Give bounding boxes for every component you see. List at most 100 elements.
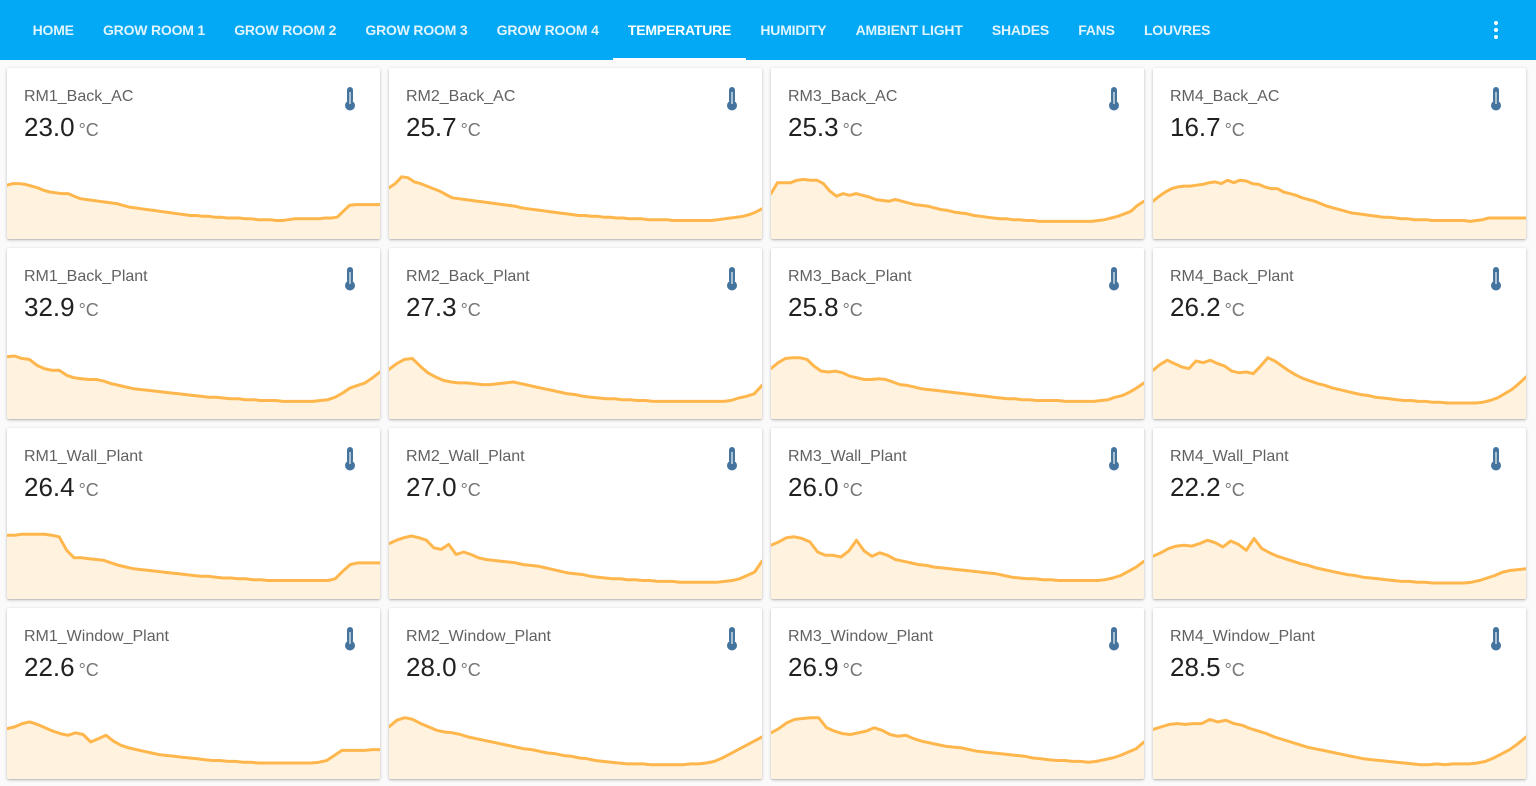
tab-home[interactable]: HOME <box>18 0 88 60</box>
sensor-name: RM4_Window_Plant <box>1170 628 1315 645</box>
thermometer-icon <box>1109 87 1119 111</box>
thermometer-icon <box>345 87 355 111</box>
sensor-value: 22.2 <box>1170 472 1221 502</box>
history-graph <box>1153 717 1526 779</box>
sensor-card-rm4-window-plant[interactable]: RM4_Window_Plant 28.5 °C <box>1153 608 1526 779</box>
sensor-reading: 23.0 °C <box>24 112 99 143</box>
history-area <box>7 356 380 419</box>
unit-label: °C <box>1224 480 1245 500</box>
sensor-card-grid: RM1_Back_AC 23.0 °C RM2_Back_AC 25.7 °C RM… <box>7 68 1526 779</box>
sensor-card-rm1-back-plant[interactable]: RM1_Back_Plant 32.9 °C <box>7 248 380 419</box>
sensor-reading: 32.9 °C <box>24 292 99 323</box>
sensor-card-rm1-back-ac[interactable]: RM1_Back_AC 23.0 °C <box>7 68 380 239</box>
app-header: HOME GROW ROOM 1 GROW ROOM 2 GROW ROOM 3 GRO… <box>0 0 1536 60</box>
dots-vertical-icon[interactable] <box>1484 18 1508 42</box>
tab-louvres[interactable]: LOUVRES <box>1129 0 1224 60</box>
tab-ambient-light[interactable]: AMBIENT LIGHT <box>841 0 977 60</box>
sensor-name: RM4_Back_Plant <box>1170 268 1294 285</box>
sensor-value: 28.0 <box>406 652 457 682</box>
sensor-reading: 27.0 °C <box>406 472 481 503</box>
history-area <box>1153 719 1526 779</box>
history-graph <box>771 177 1144 239</box>
tab-grow-room-2[interactable]: GROW ROOM 2 <box>220 0 351 60</box>
sensor-reading: 28.0 °C <box>406 652 481 683</box>
sensor-reading: 26.2 °C <box>1170 292 1245 323</box>
sensor-card-rm2-window-plant[interactable]: RM2_Window_Plant 28.0 °C <box>389 608 762 779</box>
sensor-value: 27.3 <box>406 292 457 322</box>
sensor-card-rm2-wall-plant[interactable]: RM2_Wall_Plant 27.0 °C <box>389 428 762 599</box>
thermometer-icon <box>345 447 355 471</box>
unit-label: °C <box>78 480 99 500</box>
thermometer-icon <box>1109 267 1119 291</box>
history-graph <box>1153 537 1526 599</box>
history-area <box>7 183 380 239</box>
thermometer-icon <box>1109 447 1119 471</box>
sensor-card-rm4-back-plant[interactable]: RM4_Back_Plant 26.2 °C <box>1153 248 1526 419</box>
sensor-reading: 26.0 °C <box>788 472 863 503</box>
thermometer-icon <box>727 447 737 471</box>
sensor-name: RM4_Wall_Plant <box>1170 448 1289 465</box>
sensor-card-rm3-back-ac[interactable]: RM3_Back_AC 25.3 °C <box>771 68 1144 239</box>
unit-label: °C <box>842 120 863 140</box>
sensor-reading: 27.3 °C <box>406 292 481 323</box>
thermometer-icon <box>727 87 737 111</box>
history-area <box>771 357 1144 419</box>
tab-humidity[interactable]: HUMIDITY <box>746 0 841 60</box>
thermometer-icon <box>727 627 737 651</box>
history-graph <box>7 720 380 779</box>
sensor-name: RM2_Window_Plant <box>406 628 551 645</box>
thermometer-icon <box>1491 87 1501 111</box>
sensor-value: 32.9 <box>24 292 75 322</box>
sensor-value: 25.7 <box>406 112 457 142</box>
sensor-value: 16.7 <box>1170 112 1221 142</box>
sensor-name: RM3_Back_AC <box>788 88 898 105</box>
sensor-card-rm2-back-plant[interactable]: RM2_Back_Plant 27.3 °C <box>389 248 762 419</box>
sensor-reading: 25.7 °C <box>406 112 481 143</box>
unit-label: °C <box>460 480 481 500</box>
tab-shades[interactable]: SHADES <box>977 0 1063 60</box>
tab-grow-room-1[interactable]: GROW ROOM 1 <box>88 0 219 60</box>
unit-label: °C <box>78 660 99 680</box>
tab-grow-room-3[interactable]: GROW ROOM 3 <box>351 0 482 60</box>
unit-label: °C <box>78 300 99 320</box>
sensor-value: 23.0 <box>24 112 75 142</box>
sensor-value: 27.0 <box>406 472 457 502</box>
tab-temperature[interactable]: TEMPERATURE <box>613 0 746 60</box>
sensor-card-rm2-back-ac[interactable]: RM2_Back_AC 25.7 °C <box>389 68 762 239</box>
sensor-card-rm4-wall-plant[interactable]: RM4_Wall_Plant 22.2 °C <box>1153 428 1526 599</box>
unit-label: °C <box>1224 300 1245 320</box>
sensor-name: RM2_Back_Plant <box>406 268 530 285</box>
history-graph <box>7 354 380 419</box>
sensor-name: RM3_Wall_Plant <box>788 448 907 465</box>
history-graph <box>1153 356 1526 419</box>
sensor-name: RM3_Window_Plant <box>788 628 933 645</box>
sensor-card-rm1-wall-plant[interactable]: RM1_Wall_Plant 26.4 °C <box>7 428 380 599</box>
sensor-name: RM1_Window_Plant <box>24 628 169 645</box>
thermometer-icon <box>345 267 355 291</box>
tab-fans[interactable]: FANS <box>1064 0 1130 60</box>
sensor-card-rm3-wall-plant[interactable]: RM3_Wall_Plant 26.0 °C <box>771 428 1144 599</box>
sensor-value: 26.2 <box>1170 292 1221 322</box>
history-graph <box>1153 178 1526 239</box>
unit-label: °C <box>460 300 481 320</box>
sensor-name: RM1_Back_AC <box>24 88 134 105</box>
history-area <box>771 536 1144 599</box>
thermometer-icon <box>1491 267 1501 291</box>
sensor-name: RM3_Back_Plant <box>788 268 912 285</box>
thermometer-icon <box>1491 447 1501 471</box>
history-graph <box>389 175 762 239</box>
sensor-card-rm4-back-ac[interactable]: RM4_Back_AC 16.7 °C <box>1153 68 1526 239</box>
sensor-card-rm1-window-plant[interactable]: RM1_Window_Plant 22.6 °C <box>7 608 380 779</box>
sensor-card-rm3-window-plant[interactable]: RM3_Window_Plant 26.9 °C <box>771 608 1144 779</box>
sensor-card-rm3-back-plant[interactable]: RM3_Back_Plant 25.8 °C <box>771 248 1144 419</box>
sensor-value: 26.9 <box>788 652 839 682</box>
history-area <box>1153 538 1526 599</box>
unit-label: °C <box>842 480 863 500</box>
thermometer-icon <box>345 627 355 651</box>
unit-label: °C <box>460 120 481 140</box>
thermometer-icon <box>727 267 737 291</box>
sensor-value: 25.8 <box>788 292 839 322</box>
sensor-reading: 25.8 °C <box>788 292 863 323</box>
tab-grow-room-4[interactable]: GROW ROOM 4 <box>482 0 613 60</box>
sensor-reading: 26.9 °C <box>788 652 863 683</box>
